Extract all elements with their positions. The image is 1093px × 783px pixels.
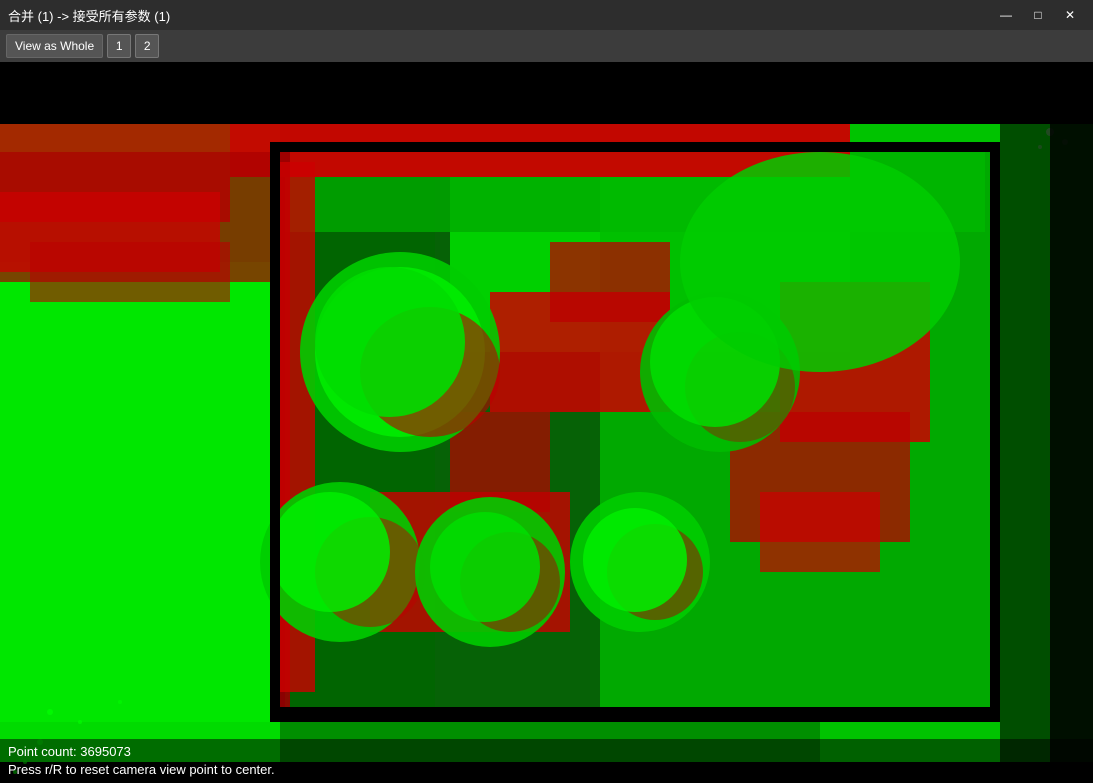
tab-1-button[interactable]: 1 bbox=[107, 34, 131, 58]
status-bar: Point count: 3695073 Press r/R to reset … bbox=[0, 739, 1093, 783]
view-as-whole-button[interactable]: View as Whole bbox=[6, 34, 103, 58]
maximize-button[interactable]: □ bbox=[1023, 4, 1053, 26]
point-count-text: Point count: 3695073 bbox=[8, 743, 1085, 761]
title-bar: 合并 (1) -> 接受所有参数 (1) — □ ✕ bbox=[0, 0, 1093, 30]
point-cloud-visualization bbox=[0, 62, 1093, 783]
toolbar: View as Whole 1 2 bbox=[0, 30, 1093, 62]
window-controls: — □ ✕ bbox=[991, 4, 1085, 26]
close-button[interactable]: ✕ bbox=[1055, 4, 1085, 26]
viewport[interactable]: Point count: 3695073 Press r/R to reset … bbox=[0, 62, 1093, 783]
minimize-button[interactable]: — bbox=[991, 4, 1021, 26]
tab-2-button[interactable]: 2 bbox=[135, 34, 159, 58]
hint-text: Press r/R to reset camera view point to … bbox=[8, 761, 1085, 779]
window-title: 合并 (1) -> 接受所有参数 (1) bbox=[8, 6, 991, 25]
